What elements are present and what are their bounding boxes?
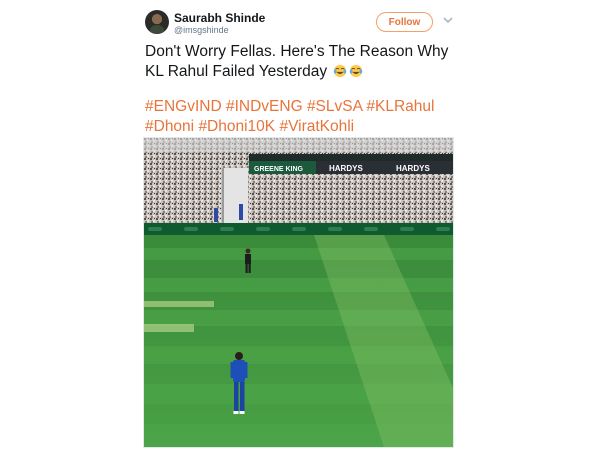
stand-banner-left: GREENE KING [254,166,304,173]
author-handle[interactable]: @imsgshinde [174,25,229,35]
avatar[interactable] [145,10,169,34]
tweet-text: Don't Worry Fellas. Here's The Reason Wh… [145,42,455,82]
stand-banner-right-1: HARDYS [329,164,363,173]
hashtag-link[interactable]: #KLRahul [366,98,434,115]
cricket-ground-image: GREENE KING HARDYS HARDYS [144,138,453,447]
stand-banner-right-2: HARDYS [396,164,430,173]
face-with-tears-of-joy-icon [334,64,347,78]
hashtag-link[interactable]: #Dhoni10K [198,118,275,135]
hashtag-link[interactable]: #Dhoni [145,118,194,135]
hashtag-link[interactable]: #INDvENG [226,98,303,115]
tweet-text-body: Don't Worry Fellas. Here's The Reason Wh… [145,43,449,80]
hashtag-link[interactable]: #SLvSA [307,98,362,115]
chevron-down-icon[interactable] [442,14,454,26]
follow-button[interactable]: Follow [376,12,433,32]
author-name[interactable]: Saurabh Shinde [174,11,265,25]
hashtag-link[interactable]: #ViratKohli [279,118,354,135]
hashtag-link[interactable]: #ENGvIND [145,98,222,115]
tweet-card: Saurabh Shinde @imsgshinde Follow Don't … [0,0,600,450]
hashtag-list: #ENGvIND #INDvENG #SLvSA #KLRahul #Dhoni… [145,97,455,137]
tweet-media-photo[interactable]: GREENE KING HARDYS HARDYS [143,137,454,448]
face-with-tears-of-joy-icon [350,64,363,78]
